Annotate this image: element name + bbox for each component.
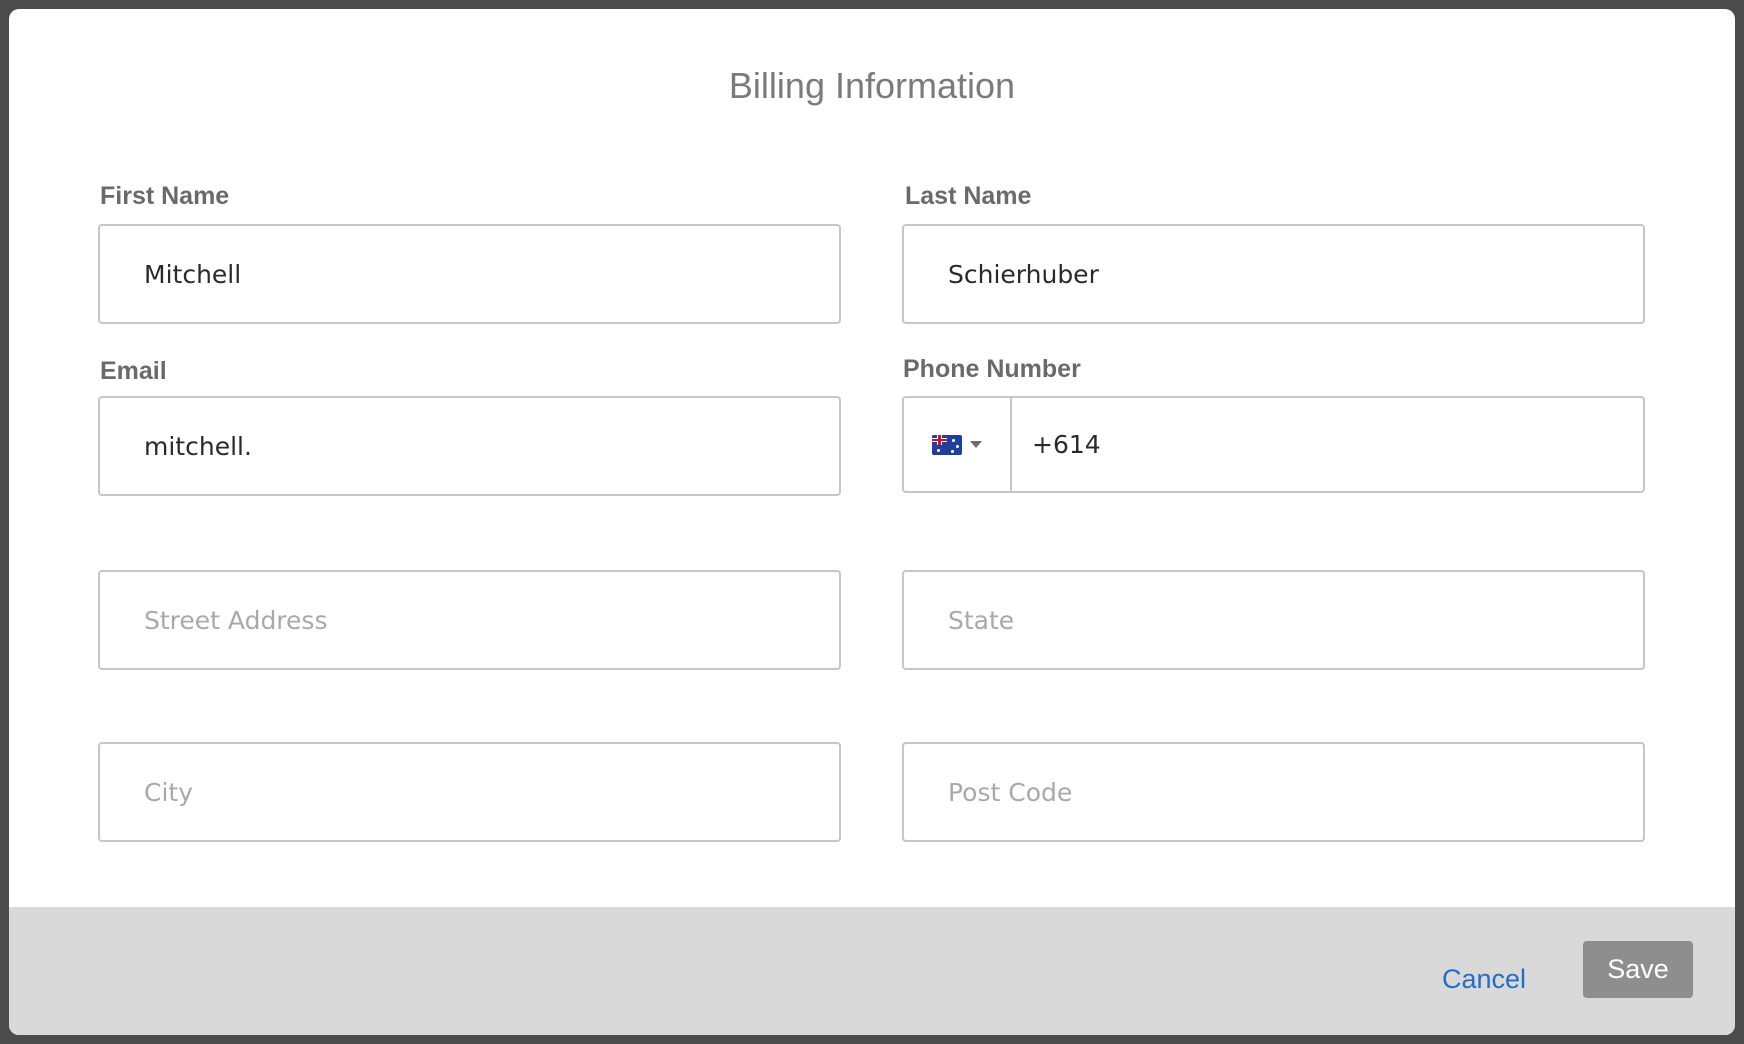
billing-dialog: Billing Information First Name Last Name… — [9, 9, 1735, 1035]
post-code-field-wrapper — [902, 742, 1645, 842]
chevron-down-icon — [970, 441, 982, 448]
email-field-wrapper — [98, 396, 841, 496]
save-button[interactable]: Save — [1583, 941, 1693, 998]
cancel-button[interactable]: Cancel — [1419, 949, 1549, 1009]
australia-flag-icon — [932, 434, 962, 455]
last-name-label: Last Name — [905, 182, 1032, 210]
country-code-selector[interactable] — [904, 398, 1012, 491]
email-input[interactable] — [100, 398, 839, 494]
state-input[interactable] — [904, 572, 1643, 668]
street-address-field-wrapper — [98, 570, 841, 670]
street-address-input[interactable] — [100, 572, 839, 668]
email-label: Email — [100, 357, 167, 385]
first-name-label: First Name — [100, 182, 230, 210]
dialog-title: Billing Information — [728, 65, 1016, 106]
first-name-input[interactable] — [100, 226, 839, 322]
dialog-footer: Cancel Save — [9, 907, 1735, 1035]
first-name-field-wrapper — [98, 224, 841, 324]
last-name-field-wrapper — [902, 224, 1645, 324]
post-code-input[interactable] — [904, 744, 1643, 840]
city-input[interactable] — [100, 744, 839, 840]
city-field-wrapper — [98, 742, 841, 842]
phone-number-label: Phone Number — [903, 355, 1081, 383]
phone-field-wrapper — [902, 396, 1645, 493]
last-name-input[interactable] — [904, 226, 1643, 322]
state-field-wrapper — [902, 570, 1645, 670]
phone-number-input[interactable] — [1012, 398, 1643, 491]
